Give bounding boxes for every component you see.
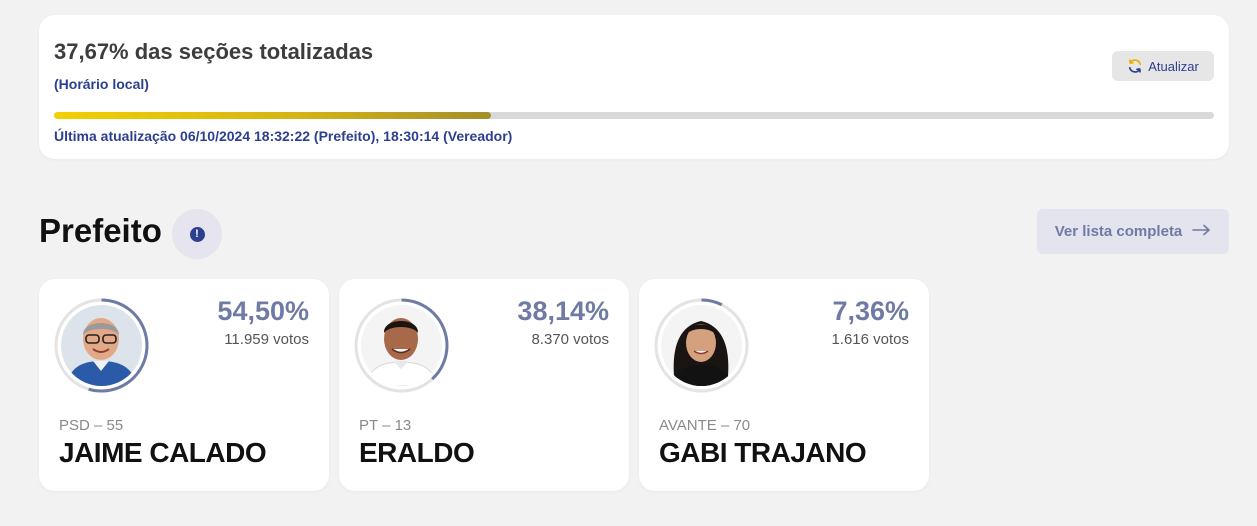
arrow-right-icon: [1192, 223, 1211, 240]
vote-count: 11.959 votos: [224, 331, 309, 348]
sections-progress-fill: [54, 112, 491, 119]
status-card: 37,67% das seções totalizadas (Horário l…: [39, 15, 1229, 159]
candidate-photo: [661, 305, 742, 386]
vote-percentage: 54,50%: [217, 296, 309, 326]
last-update-text: Última atualização 06/10/2024 18:32:22 (…: [54, 128, 513, 144]
candidate-photo: [361, 305, 442, 386]
candidate-name: JAIME CALADO: [59, 437, 267, 468]
candidate-avatar: [654, 298, 749, 393]
local-time-note: (Horário local): [54, 76, 149, 92]
sections-progress-bar: [54, 112, 1214, 119]
info-icon: !: [189, 226, 205, 242]
sections-totaled-title: 37,67% das seções totalizadas: [54, 39, 374, 64]
vote-percentage: 7,36%: [832, 296, 909, 326]
full-list-button[interactable]: Ver lista completa: [1037, 209, 1229, 254]
candidate-card[interactable]: 54,50% 11.959 votos PSD – 55 JAIME CALAD…: [39, 279, 329, 491]
info-button[interactable]: !: [172, 209, 222, 259]
section-title-prefeito: Prefeito: [39, 212, 162, 249]
vote-count: 1.616 votos: [831, 331, 909, 348]
full-list-label: Ver lista completa: [1054, 223, 1183, 240]
party-number: PSD – 55: [59, 417, 124, 434]
refresh-icon: [1129, 59, 1142, 73]
candidate-name: ERALDO: [359, 437, 475, 468]
candidate-photo: [61, 305, 142, 386]
candidate-avatar: [54, 298, 149, 393]
candidate-card[interactable]: 38,14% 8.370 votos PT – 13 ERALDO: [339, 279, 629, 491]
party-number: AVANTE – 70: [659, 417, 751, 434]
vote-count: 8.370 votos: [531, 331, 609, 348]
refresh-button[interactable]: Atualizar: [1112, 51, 1214, 81]
party-number: PT – 13: [359, 417, 412, 434]
vote-percentage: 38,14%: [517, 296, 609, 326]
candidate-avatar: [354, 298, 449, 393]
candidate-card[interactable]: 7,36% 1.616 votos AVANTE – 70 GABI TRAJA…: [639, 279, 929, 491]
candidate-name: GABI TRAJANO: [659, 437, 867, 468]
refresh-button-label: Atualizar: [1148, 58, 1199, 74]
